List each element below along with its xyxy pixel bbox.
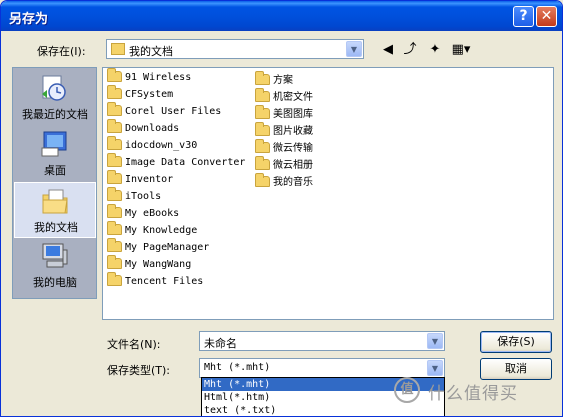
list-item-label: 图片收藏 <box>273 126 313 137</box>
place-my-documents[interactable]: 我的文档 <box>14 182 96 238</box>
folder-icon <box>107 187 122 201</box>
pictures-folder-icon <box>255 122 270 136</box>
view-menu-icon[interactable]: ▦▾ <box>449 41 473 59</box>
list-item[interactable]: CFSystem <box>107 85 174 104</box>
desktop-icon <box>41 131 67 157</box>
list-item[interactable]: Image Data Converter <box>107 153 246 172</box>
places-bar: 我最近的文档 桌面 我的文档 我的电脑 <box>12 67 97 299</box>
list-item[interactable]: 美图图库 <box>255 105 313 121</box>
folder-icon <box>255 88 270 102</box>
file-list[interactable]: 91 Wireless CFSystem Corel User Files Downl… <box>102 67 554 320</box>
list-item-label: 方案 <box>273 75 293 86</box>
my-documents-icon <box>42 189 68 214</box>
folder-icon <box>107 119 122 133</box>
folder-icon <box>107 221 122 235</box>
list-item[interactable]: 方案 <box>255 71 293 87</box>
folder-icon <box>107 85 122 99</box>
folder-icon <box>107 272 122 286</box>
list-item-label: 机密文件 <box>273 92 313 103</box>
folder-icon <box>255 105 270 119</box>
list-item[interactable]: idocdown_v30 <box>107 136 198 155</box>
list-item-label: My eBooks <box>125 208 180 219</box>
chevron-down-icon[interactable]: ▼ <box>427 333 443 349</box>
folder-icon <box>255 139 270 153</box>
list-item[interactable]: Tencent Files <box>107 272 204 291</box>
list-item-label: 美图图库 <box>273 109 313 120</box>
list-item-label: My PageManager <box>125 242 210 253</box>
list-item[interactable]: Inventor <box>107 170 174 189</box>
my-documents-small-icon <box>111 43 125 55</box>
watermark-badge: 值 <box>394 377 420 403</box>
place-desktop[interactable]: 桌面 <box>14 126 96 182</box>
save-as-dialog: 另存为 ? ✕ 保存在(I): 我的文档 ▼ ◀ ⤴ ✦ ▦▾ 我最近的文档 桌… <box>0 0 563 417</box>
folder-icon <box>107 68 122 82</box>
folder-icon <box>255 156 270 170</box>
dialog-title: 另存为 <box>9 12 49 27</box>
folder-icon <box>107 204 122 218</box>
new-folder-icon[interactable]: ✦ <box>425 41 445 59</box>
filename-input[interactable]: 未命名 ▼ <box>199 331 445 351</box>
folder-icon <box>255 71 270 85</box>
list-item-label: 我的音乐 <box>273 177 313 188</box>
folder-icon <box>107 153 122 167</box>
list-item-label: My Knowledge <box>125 225 198 236</box>
list-item[interactable]: Downloads <box>107 119 180 138</box>
watermark: 值 什么值得买 <box>394 373 559 413</box>
place-label: 桌面 <box>44 164 66 177</box>
folder-icon <box>107 170 122 184</box>
place-recent-documents[interactable]: 我最近的文档 <box>14 70 96 126</box>
list-item-label: Corel User Files <box>125 106 222 117</box>
place-label: 我最近的文档 <box>22 108 88 121</box>
filename-value: 未命名 <box>204 337 237 350</box>
folder-icon <box>107 136 122 150</box>
list-item-label: Downloads <box>125 123 180 134</box>
list-item-label: Image Data Converter <box>125 157 246 168</box>
list-item-label: iTools <box>125 191 162 202</box>
save-in-combo[interactable]: 我的文档 ▼ <box>106 39 364 59</box>
list-item[interactable]: 91 Wireless <box>107 68 192 87</box>
list-item-label: My WangWang <box>125 259 192 270</box>
save-in-label: 保存在(I): <box>37 45 86 58</box>
list-item-label: idocdown_v30 <box>125 140 198 151</box>
chevron-down-icon[interactable]: ▼ <box>346 41 362 57</box>
back-icon[interactable]: ◀ <box>379 41 397 59</box>
up-folder-icon[interactable]: ⤴ <box>401 41 419 59</box>
list-item-label: Tencent Files <box>125 276 204 287</box>
list-item[interactable]: My WangWang <box>107 255 192 274</box>
filename-label: 文件名(N): <box>107 338 161 351</box>
list-item-label: Inventor <box>125 174 174 185</box>
save-in-value: 我的文档 <box>129 45 173 58</box>
place-label: 我的文档 <box>34 221 78 234</box>
list-item[interactable]: Corel User Files <box>107 102 222 121</box>
list-item-label: 微云传输 <box>273 143 313 154</box>
list-item-label: 微云相册 <box>273 160 313 171</box>
filetype-value: Mht (*.mht) <box>204 362 271 373</box>
title-bar[interactable]: 另存为 ? ✕ <box>1 1 562 31</box>
list-item[interactable]: 我的音乐 <box>255 173 313 189</box>
list-item[interactable]: 图片收藏 <box>255 122 313 138</box>
list-item[interactable]: My eBooks <box>107 204 180 223</box>
list-item-label: CFSystem <box>125 89 174 100</box>
folder-icon <box>107 255 122 269</box>
filetype-label: 保存类型(T): <box>107 364 171 377</box>
list-item[interactable]: My Knowledge <box>107 221 198 240</box>
save-button[interactable]: 保存(S) <box>480 331 552 353</box>
place-my-computer[interactable]: 我的电脑 <box>14 238 96 294</box>
recent-documents-icon <box>42 75 66 101</box>
list-item-label: 91 Wireless <box>125 72 192 83</box>
watermark-text: 什么值得买 <box>428 384 518 404</box>
close-button[interactable]: ✕ <box>536 6 557 27</box>
list-item[interactable]: 微云传输 <box>255 139 313 155</box>
my-computer-icon <box>42 243 68 268</box>
list-item[interactable]: 机密文件 <box>255 88 313 104</box>
help-button[interactable]: ? <box>513 6 534 27</box>
folder-icon <box>107 102 122 116</box>
place-label: 我的电脑 <box>33 276 77 289</box>
music-folder-icon <box>255 173 270 187</box>
list-item[interactable]: 微云相册 <box>255 156 313 172</box>
folder-icon <box>107 238 122 252</box>
list-item[interactable]: My PageManager <box>107 238 210 257</box>
